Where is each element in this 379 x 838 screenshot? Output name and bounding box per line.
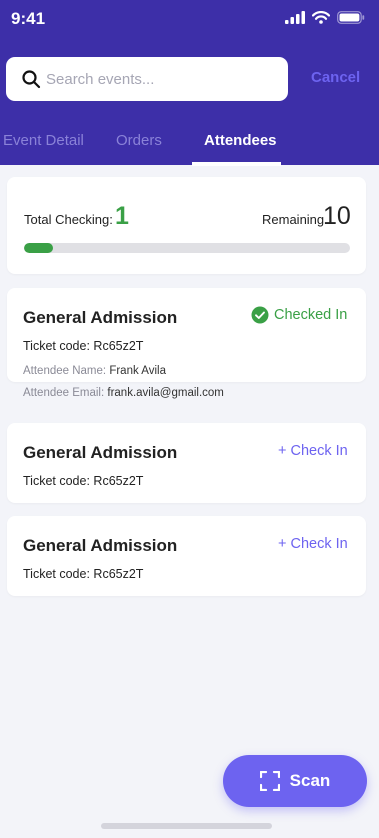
scan-button[interactable]: Scan xyxy=(223,755,367,807)
tab-attendees[interactable]: Attendees xyxy=(204,132,277,149)
ticket-code-value: Rc65z2T xyxy=(93,339,144,353)
signal-icon xyxy=(285,11,305,24)
ticket-card[interactable]: General Admission + Check In Ticket code… xyxy=(7,516,366,596)
ticket-card[interactable]: General Admission Checked In Ticket code… xyxy=(7,288,366,399)
remaining-value: 10 xyxy=(323,202,351,230)
tab-event-detail[interactable]: Event Detail xyxy=(3,132,84,149)
ticket-code-value: Rc65z2T xyxy=(93,567,144,581)
check-in-progress-bar xyxy=(24,243,350,253)
ticket-code-label: Ticket code: xyxy=(23,567,90,581)
ticket-code-line: Ticket code: Rc65z2T xyxy=(23,474,143,488)
ticket-code-line: Ticket code: Rc65z2T xyxy=(23,567,143,581)
attendee-name-value: Frank Avila xyxy=(109,365,166,377)
home-indicator xyxy=(101,823,272,829)
check-circle-icon xyxy=(251,306,269,324)
ticket-title: General Admission xyxy=(23,443,178,462)
progress-fill xyxy=(24,243,54,253)
attendee-email-label: Attendee Email: xyxy=(23,387,105,399)
scan-button-label: Scan xyxy=(289,771,331,790)
attendee-email-line: Attendee Email: frank.avila@gmail.com xyxy=(23,387,224,399)
check-in-button[interactable]: + Check In xyxy=(278,443,348,459)
wifi-icon xyxy=(312,11,330,24)
active-tab-indicator xyxy=(192,162,281,166)
ticket-title: General Admission xyxy=(23,308,178,327)
tab-orders[interactable]: Orders xyxy=(116,132,162,149)
status-time: 9:41 xyxy=(11,9,46,28)
scan-frame-icon xyxy=(259,771,280,791)
battery-icon xyxy=(337,11,365,24)
attendee-name-line: Attendee Name: Frank Avila xyxy=(23,365,166,377)
tab-bar: Event Detail Orders Attendees xyxy=(0,125,379,166)
total-checking-label: Total Checking: xyxy=(24,212,113,227)
status-icons xyxy=(285,11,365,24)
search-icon xyxy=(22,70,41,89)
total-checking-value: 1 xyxy=(115,202,129,230)
search-input[interactable] xyxy=(46,57,276,101)
ticket-code-line: Ticket code: Rc65z2T xyxy=(23,339,143,353)
ticket-code-value: Rc65z2T xyxy=(93,474,144,488)
ticket-card[interactable]: General Admission + Check In Ticket code… xyxy=(7,423,366,503)
search-box[interactable] xyxy=(6,57,288,101)
attendee-email-value: frank.avila@gmail.com xyxy=(107,387,224,399)
remaining-label: Remaining xyxy=(262,212,325,227)
app-header: 9:41 Search events... Cancel Event Detai… xyxy=(0,0,379,166)
checked-in-status: Checked In xyxy=(251,306,347,324)
check-in-summary-card: Total Checking: 1 Remaining 10 xyxy=(7,177,366,274)
ticket-title: General Admission xyxy=(23,536,178,555)
ticket-code-label: Ticket code: xyxy=(23,474,90,488)
cancel-button[interactable]: Cancel xyxy=(311,69,360,86)
search-row: Cancel xyxy=(6,57,373,101)
status-bar: 9:41 xyxy=(0,0,379,40)
attendee-name-label: Attendee Name: xyxy=(23,365,107,377)
checked-in-label: Checked In xyxy=(274,307,348,323)
check-in-button[interactable]: + Check In xyxy=(278,536,348,552)
ticket-code-label: Ticket code: xyxy=(23,339,90,353)
